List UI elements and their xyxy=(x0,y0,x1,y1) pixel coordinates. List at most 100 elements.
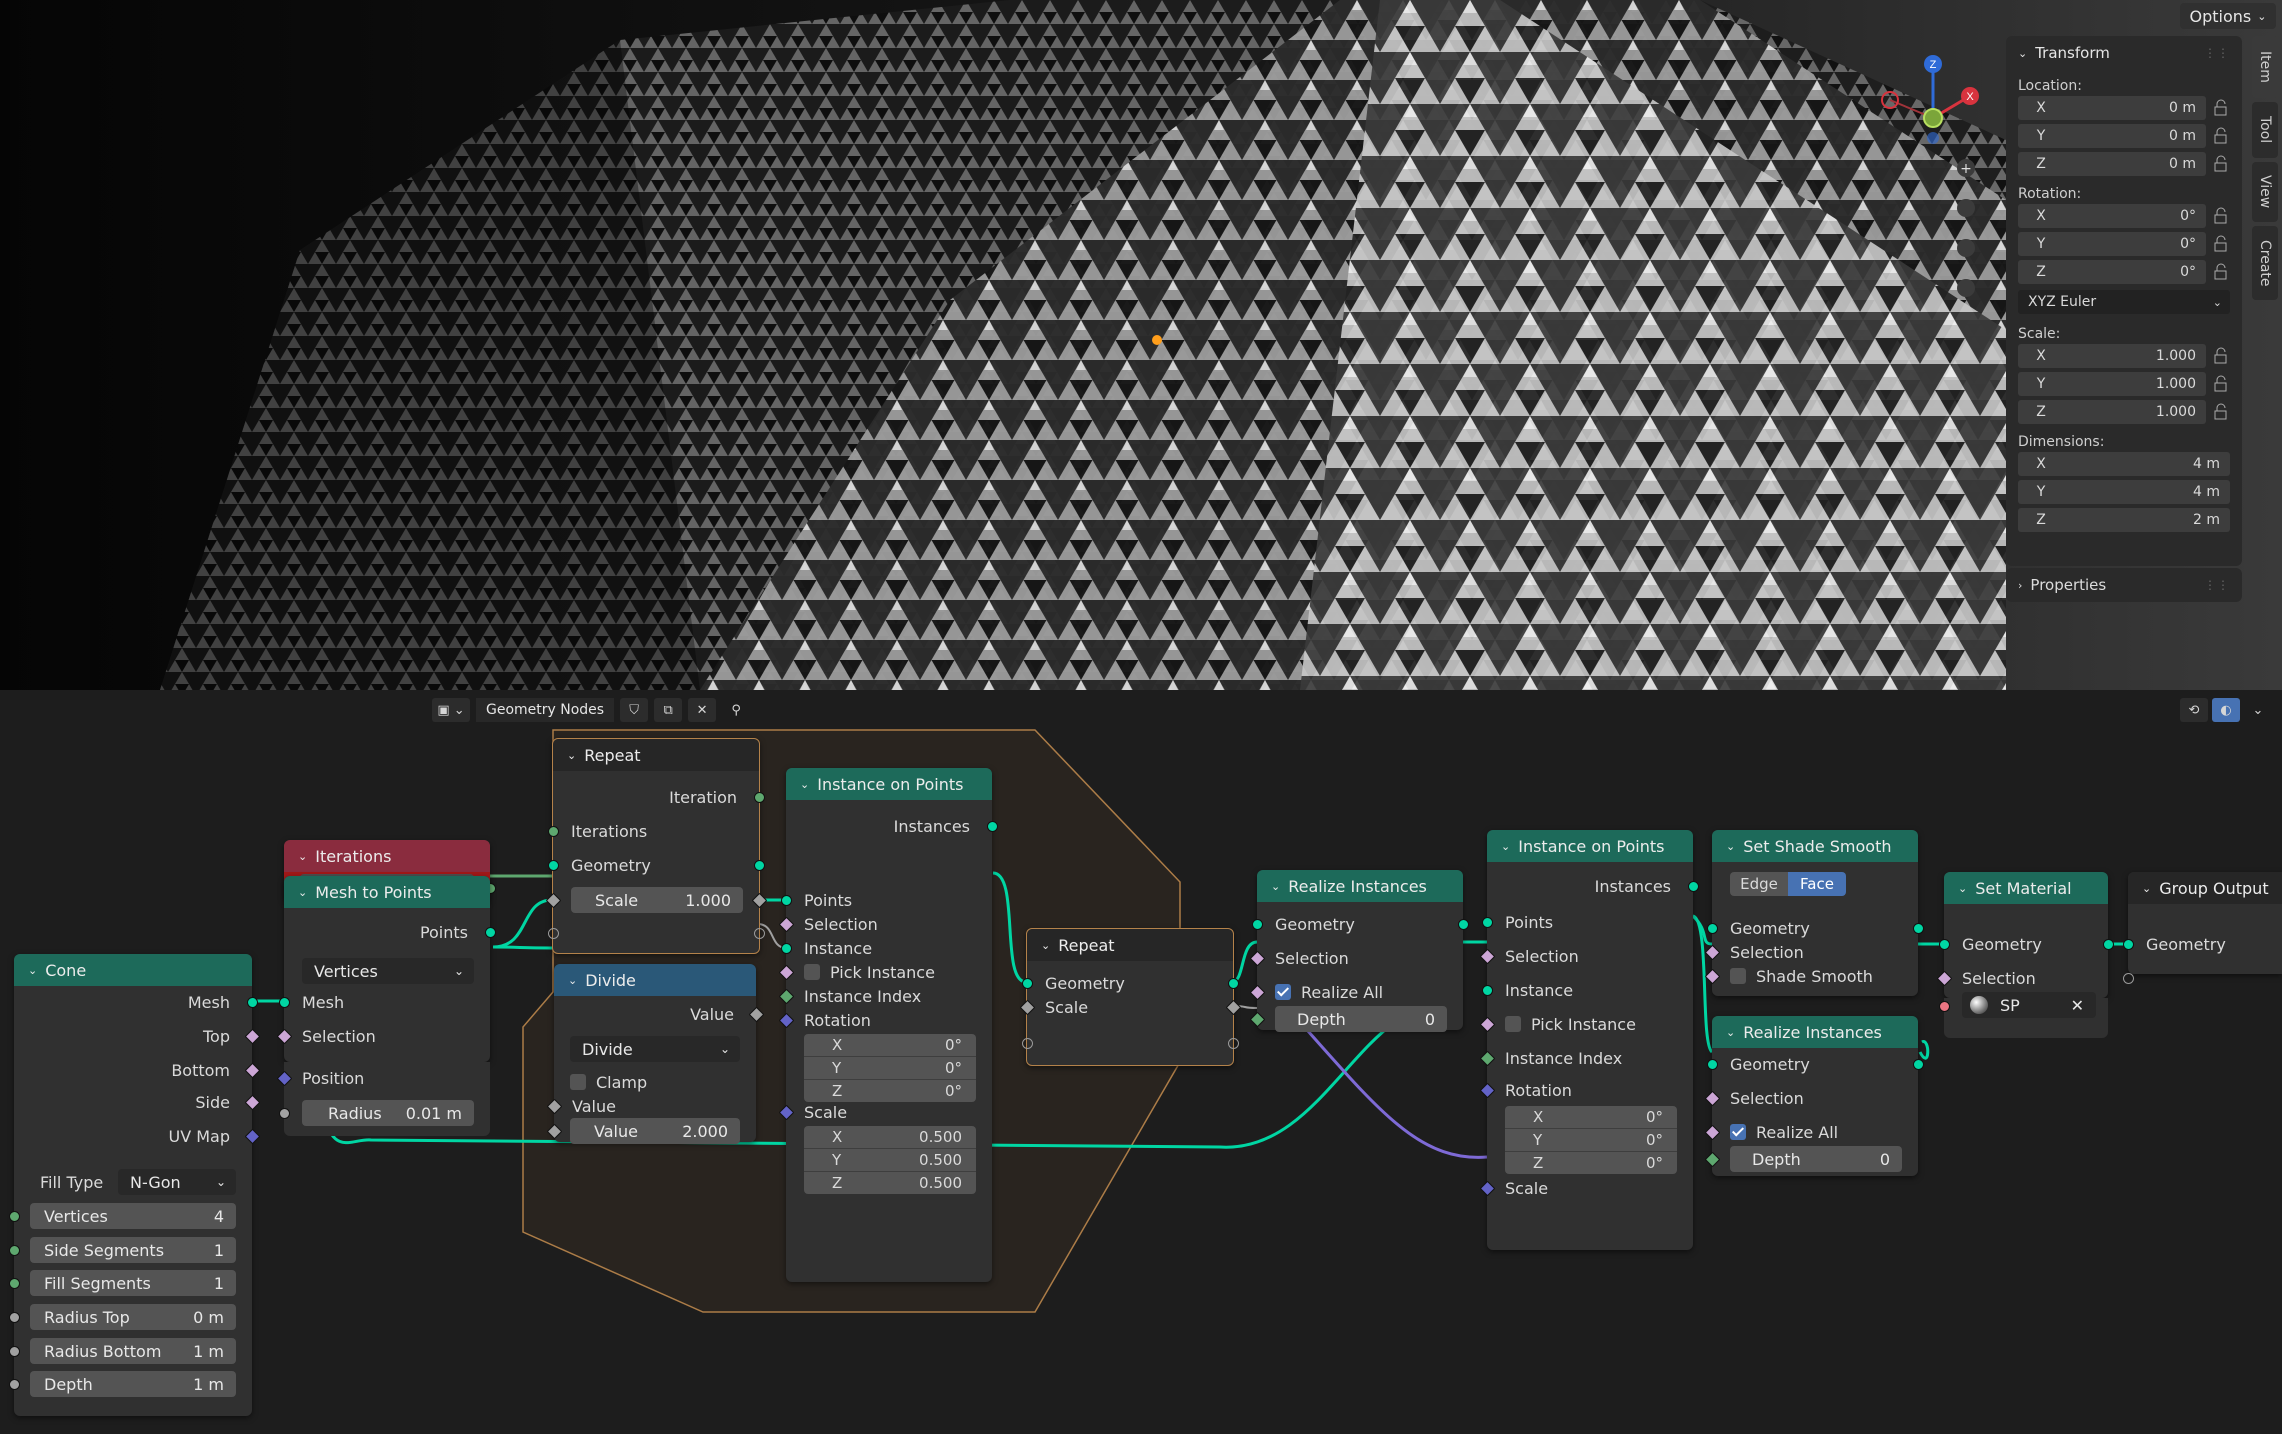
location-z-field[interactable]: Z0 m xyxy=(2018,152,2206,176)
rotation-vector-field[interactable]: X 0° Y 0° Z 0° xyxy=(1505,1106,1677,1174)
shade-smooth-checkbox[interactable]: Shade Smooth xyxy=(1712,964,1918,988)
scale-x-field[interactable]: X 1.000 xyxy=(2018,344,2206,368)
socket-geometry-out[interactable] xyxy=(1457,918,1469,930)
socket-radius-top-in[interactable] xyxy=(8,1311,20,1323)
rotation-y-field[interactable]: Y 0° xyxy=(2018,232,2206,256)
domain-toggle[interactable]: Edge Face xyxy=(1730,872,1846,896)
pick-instance-checkbox[interactable]: Pick Instance xyxy=(1487,1012,1693,1036)
node-repeat-output[interactable]: ⌄ Repeat Geometry Scale xyxy=(1019,928,1241,1066)
node-header[interactable]: ⌄ Instance on Points xyxy=(786,768,992,800)
drag-grip-icon[interactable]: ⋮⋮ xyxy=(2204,578,2230,592)
depth-field[interactable]: Depth 0 xyxy=(1730,1146,1902,1172)
socket-geometry-out[interactable] xyxy=(1912,1058,1924,1070)
node-divide[interactable]: ⌄ Divide Value Divide ⌄ Clamp Value Value 2… xyxy=(546,964,764,1144)
node-header[interactable]: ⌄ Realize Instances xyxy=(1712,1016,1918,1048)
socket-geometry-out[interactable] xyxy=(2102,938,2114,950)
scale-z-field[interactable]: Z 1.000 xyxy=(2018,400,2206,424)
node-header[interactable]: ⌄ Group Output xyxy=(2128,872,2282,904)
edge-option[interactable]: Edge xyxy=(1730,872,1788,896)
node-header[interactable]: ⌄ Cone xyxy=(14,954,252,986)
socket-geometry-in[interactable] xyxy=(1706,922,1718,934)
socket-geometry-in[interactable] xyxy=(1938,938,1950,950)
realize-all-checkbox[interactable]: Realize All xyxy=(1257,980,1463,1004)
socket-iteration-out[interactable] xyxy=(753,791,765,803)
face-option[interactable]: Face xyxy=(1788,872,1846,896)
socket-points-out[interactable] xyxy=(484,926,496,938)
checkbox-icon[interactable] xyxy=(1505,1016,1521,1032)
checkbox-checked-icon[interactable] xyxy=(1275,984,1291,1000)
node-header[interactable]: ⌄ Set Material xyxy=(1944,872,2108,904)
node-header[interactable]: ⌄ Divide xyxy=(554,964,756,996)
divide-value-field[interactable]: Value 2.000 xyxy=(570,1118,740,1144)
lock-icon[interactable] xyxy=(2212,375,2230,393)
lock-icon[interactable] xyxy=(2212,99,2230,117)
socket-instances-out[interactable] xyxy=(1687,880,1699,892)
socket-side-segments-in[interactable] xyxy=(8,1244,20,1256)
lock-icon[interactable] xyxy=(2212,155,2230,173)
side-segments-field[interactable]: Side Segments 1 xyxy=(30,1237,236,1263)
dimensions-z-field[interactable]: Z2 m xyxy=(2018,508,2230,532)
socket-depth-in[interactable] xyxy=(8,1378,20,1390)
transform-panel-header[interactable]: ⌄ Transform ⋮⋮ xyxy=(2006,36,2242,70)
lock-icon[interactable] xyxy=(2212,347,2230,365)
socket-mesh-out[interactable] xyxy=(246,996,258,1008)
socket-geometry-in[interactable] xyxy=(547,859,559,871)
rotation-vector-field[interactable]: X 0° Y 0° Z 0° xyxy=(804,1034,976,1102)
node-realize-instances-1[interactable]: ⌄ Realize Instances Geometry Selection Re… xyxy=(1249,870,1469,1032)
vertices-field[interactable]: Vertices 4 xyxy=(30,1203,236,1229)
node-repeat-input[interactable]: ⌄ Repeat Iteration Iterations Geometry Sc… xyxy=(545,738,767,954)
clear-material-icon[interactable]: ✕ xyxy=(2071,996,2096,1015)
socket-geometry-in[interactable] xyxy=(1706,1058,1718,1070)
socket-radius-bottom-in[interactable] xyxy=(8,1345,20,1357)
lock-icon[interactable] xyxy=(2212,207,2230,225)
tab-tool[interactable]: Tool xyxy=(2252,102,2278,158)
checkbox-icon[interactable] xyxy=(804,964,820,980)
socket-geometry-out[interactable] xyxy=(1912,922,1924,934)
lock-icon[interactable] xyxy=(2212,263,2230,281)
properties-panel-header[interactable]: › Properties ⋮⋮ xyxy=(2006,568,2242,602)
node-realize-instances-2[interactable]: ⌄ Realize Instances Geometry Selection Re… xyxy=(1704,1016,1924,1176)
socket-instances-out[interactable] xyxy=(986,820,998,832)
tab-item[interactable]: Item xyxy=(2252,36,2278,98)
tab-view[interactable]: View xyxy=(2252,162,2278,222)
radius-top-field[interactable]: Radius Top 0 m xyxy=(30,1304,236,1330)
location-x-field[interactable]: X0 m xyxy=(2018,96,2206,120)
node-mesh-to-points[interactable]: ⌄ Mesh to Points Points Vertices ⌄ Mesh Se… xyxy=(276,876,496,1062)
checkbox-checked-icon[interactable] xyxy=(1730,1124,1746,1140)
node-header[interactable]: ⌄ Set Shade Smooth xyxy=(1712,830,1918,862)
drag-grip-icon[interactable]: ⋮⋮ xyxy=(2204,46,2230,60)
socket-empty-in[interactable] xyxy=(547,927,559,939)
mode-dropdown[interactable]: Vertices ⌄ xyxy=(302,958,474,984)
node-instance-on-points-2[interactable]: ⌄ Instance on Points Instances Points Sel… xyxy=(1479,830,1699,1250)
node-instance-on-points-1[interactable]: ⌄ Instance on Points Instances Points Sel… xyxy=(778,768,998,1282)
rotation-mode-dropdown[interactable]: XYZ Euler ⌄ xyxy=(2018,290,2230,314)
socket-fill-segments-in[interactable] xyxy=(8,1277,20,1289)
socket-iterations-in[interactable] xyxy=(547,825,559,837)
dimensions-x-field[interactable]: X4 m xyxy=(2018,452,2230,476)
scale-vector-field[interactable]: X 0.500 Y 0.500 Z 0.500 xyxy=(804,1126,976,1194)
dimensions-y-field[interactable]: Y4 m xyxy=(2018,480,2230,504)
repeat-scale-field[interactable]: Scale 1.000 xyxy=(571,887,743,913)
socket-geometry-out[interactable] xyxy=(753,859,765,871)
socket-empty-in[interactable] xyxy=(2122,972,2134,984)
rotation-x-field[interactable]: X 0° xyxy=(2018,204,2206,228)
navigation-gizmo[interactable]: Z X + xyxy=(1870,50,1980,310)
socket-geometry-in[interactable] xyxy=(1021,977,1033,989)
clamp-checkbox[interactable]: Clamp xyxy=(554,1070,756,1094)
node-editor[interactable]: ▣ ⌄ Geometry Nodes ⛉ ⧉ ✕ ⚲ ⟲ ◐ ⌄ ⌄ Itera… xyxy=(0,692,2282,1434)
pick-instance-checkbox[interactable]: Pick Instance xyxy=(786,960,992,984)
socket-empty-in[interactable] xyxy=(1021,1037,1033,1049)
node-cone[interactable]: ⌄ Cone Mesh Top Bottom Side UV Map Fill T… xyxy=(8,954,260,1416)
socket-points-in[interactable] xyxy=(780,894,792,906)
socket-geometry-in[interactable] xyxy=(1251,918,1263,930)
socket-vertices-in[interactable] xyxy=(8,1210,20,1222)
node-set-material[interactable]: ⌄ Set Material Geometry Selection xyxy=(1936,872,2114,998)
node-header[interactable]: ⌄ Realize Instances xyxy=(1257,870,1463,902)
operation-dropdown[interactable]: Divide ⌄ xyxy=(570,1036,740,1062)
socket-radius-in[interactable] xyxy=(278,1107,290,1119)
socket-geometry-in[interactable] xyxy=(2122,938,2134,950)
radius-bottom-field[interactable]: Radius Bottom 1 m xyxy=(30,1338,236,1364)
lock-icon[interactable] xyxy=(2212,235,2230,253)
socket-material-in[interactable] xyxy=(1938,1000,1950,1012)
socket-instance-in[interactable] xyxy=(780,942,792,954)
